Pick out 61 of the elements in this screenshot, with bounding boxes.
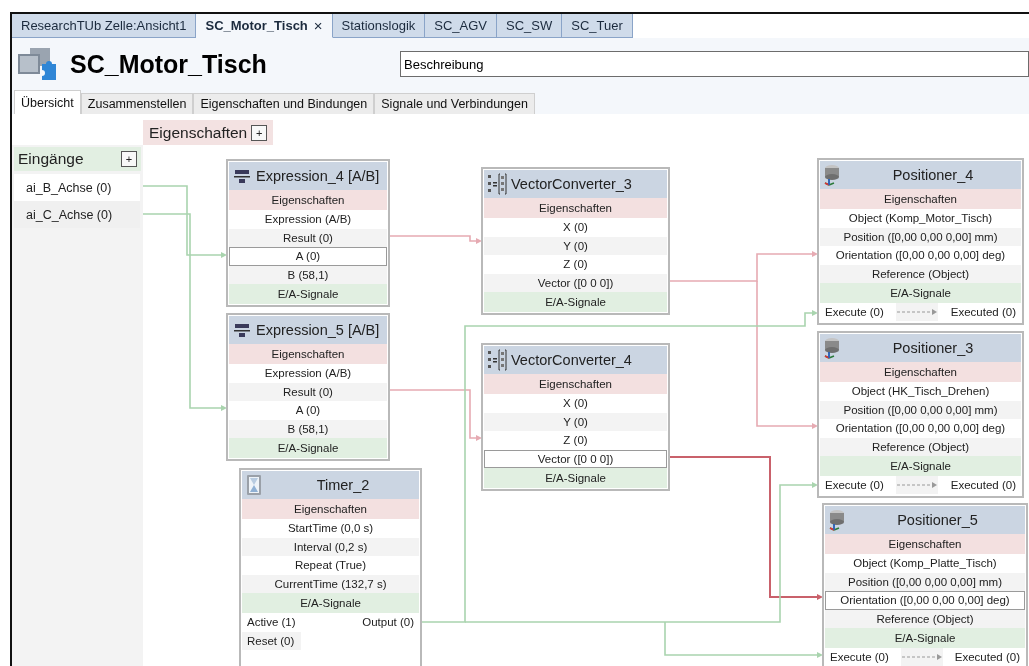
- document-tab[interactable]: Stationslogik: [332, 14, 426, 38]
- document-tab[interactable]: SC_SW: [497, 14, 563, 38]
- document-tab[interactable]: ResearchTUb Zelle:Ansicht1: [12, 14, 197, 38]
- input-item[interactable]: ai_B_Achse (0): [14, 174, 140, 201]
- view-tab[interactable]: Übersicht: [14, 90, 81, 114]
- node-card[interactable]: VectorConverter_3 Eigenschaften X (0) Y (0) Z (0) Vector ([0 0 0]) E/A-Signale: [481, 167, 670, 315]
- properties-section-header[interactable]: Eigenschaften: [242, 499, 419, 519]
- close-icon[interactable]: ×: [313, 17, 323, 34]
- node-card[interactable]: Positioner_5 Eigenschaften Object (Komp_Platte_Tisch) Position ([0,00 0,00 0,00] mm) Orientation ([0,00 0,00 0,00] deg) Reference (Object) E/A-Signale Execute (0) Executed (0): [822, 503, 1028, 666]
- signals-section-header[interactable]: E/A-Signale: [242, 593, 419, 613]
- properties-header-label: Eigenschaften: [149, 123, 248, 142]
- properties-section-header[interactable]: Eigenschaften: [484, 198, 667, 218]
- view-tab[interactable]: Eigenschaften und Bindungen: [193, 93, 375, 114]
- node-title: Positioner_3: [891, 340, 975, 356]
- node-title: Expression_5 [A/B]: [256, 322, 380, 338]
- signals-section-header[interactable]: E/A-Signale: [820, 283, 1021, 303]
- signals-section-header[interactable]: E/A-Signale: [229, 284, 387, 304]
- node-title: Expression_4 [A/B]: [256, 168, 380, 184]
- inputs-header-label: Eingänge: [18, 150, 84, 168]
- description-field[interactable]: Beschreibung: [400, 51, 1029, 77]
- expand-button[interactable]: +: [251, 124, 268, 141]
- document-tab[interactable]: SC_Tuer: [562, 14, 633, 38]
- signals-section-header[interactable]: E/A-Signale: [825, 628, 1025, 648]
- properties-section-header[interactable]: Eigenschaften: [820, 189, 1021, 209]
- node-title: VectorConverter_4: [511, 352, 632, 368]
- signals-section-header[interactable]: E/A-Signale: [484, 468, 667, 488]
- node-card[interactable]: Expression_4 [A/B] Eigenschaften Expression (A/B) Result (0) A (0) B (58,1) E/A-Signale: [226, 159, 390, 307]
- properties-section-header[interactable]: Eigenschaften: [229, 190, 387, 210]
- document-tab[interactable]: SC_Motor_Tisch ×: [196, 14, 333, 38]
- node-card[interactable]: VectorConverter_4 Eigenschaften X (0) Y (0) Z (0) Vector ([0 0 0]) E/A-Signale: [481, 343, 670, 491]
- node-card[interactable]: Positioner_4 Eigenschaften Object (Komp_Motor_Tisch) Position ([0,00 0,00 0,00] mm) Orientation ([0,00 0,00 0,00] deg) Reference (Object) E/A-Signale Execute (0) Executed (0): [817, 158, 1024, 325]
- node-title: VectorConverter_3: [511, 176, 632, 192]
- signals-section-header[interactable]: E/A-Signale: [820, 456, 1021, 476]
- view-tab[interactable]: Signale und Verbindungen: [374, 93, 535, 114]
- cylinder-axes-icon: [828, 509, 846, 531]
- properties-section-header[interactable]: Eigenschaften: [820, 362, 1021, 382]
- node-card[interactable]: Timer_2 Eigenschaften StartTime (0,0 s) Interval (0,2 s) Repeat (True) CurrentTime (132,7 s) E/A-Signale Active (1) Reset (0) Output (0): [239, 468, 422, 666]
- properties-section-header[interactable]: Eigenschaften: [229, 344, 387, 364]
- node-title: Timer_2: [315, 477, 371, 493]
- node-card[interactable]: Positioner_3 Eigenschaften Object (HK_Tisch_Drehen) Position ([0,00 0,00 0,00] mm) Orientation ([0,00 0,00 0,00] deg) Reference (Object) E/A-Signale Execute (0) Executed (0): [817, 331, 1024, 498]
- dashed-arrow-icon: [896, 308, 939, 317]
- signals-section-header[interactable]: E/A-Signale: [229, 438, 387, 458]
- vector-icon: [487, 173, 507, 195]
- property-row[interactable]: A (0): [229, 247, 387, 266]
- node-title: Positioner_4: [891, 167, 975, 183]
- cylinder-axes-icon: [823, 164, 841, 186]
- document-tab[interactable]: SC_AGV: [425, 14, 498, 38]
- node-card[interactable]: Expression_5 [A/B] Eigenschaften Expression (A/B) Result (0) A (0) B (58,1) E/A-Signale: [226, 313, 390, 461]
- signals-section-header[interactable]: E/A-Signale: [484, 292, 667, 312]
- properties-section-header[interactable]: Eigenschaften: [484, 374, 667, 394]
- component-title: SC_Motor_Tisch: [70, 49, 268, 79]
- dashed-arrow-icon: [900, 653, 943, 662]
- cylinder-axes-icon: [823, 337, 841, 359]
- property-row[interactable]: Orientation ([0,00 0,00 0,00] deg): [825, 591, 1025, 610]
- properties-section-header[interactable]: Eigenschaften: [825, 534, 1025, 554]
- expand-button[interactable]: +: [121, 151, 137, 167]
- dashed-arrow-icon: [896, 481, 939, 490]
- view-tab[interactable]: Zusammenstellen: [80, 93, 194, 114]
- hourglass-icon: [245, 474, 263, 496]
- vector-icon: [487, 349, 507, 371]
- node-title: Positioner_5: [896, 512, 979, 528]
